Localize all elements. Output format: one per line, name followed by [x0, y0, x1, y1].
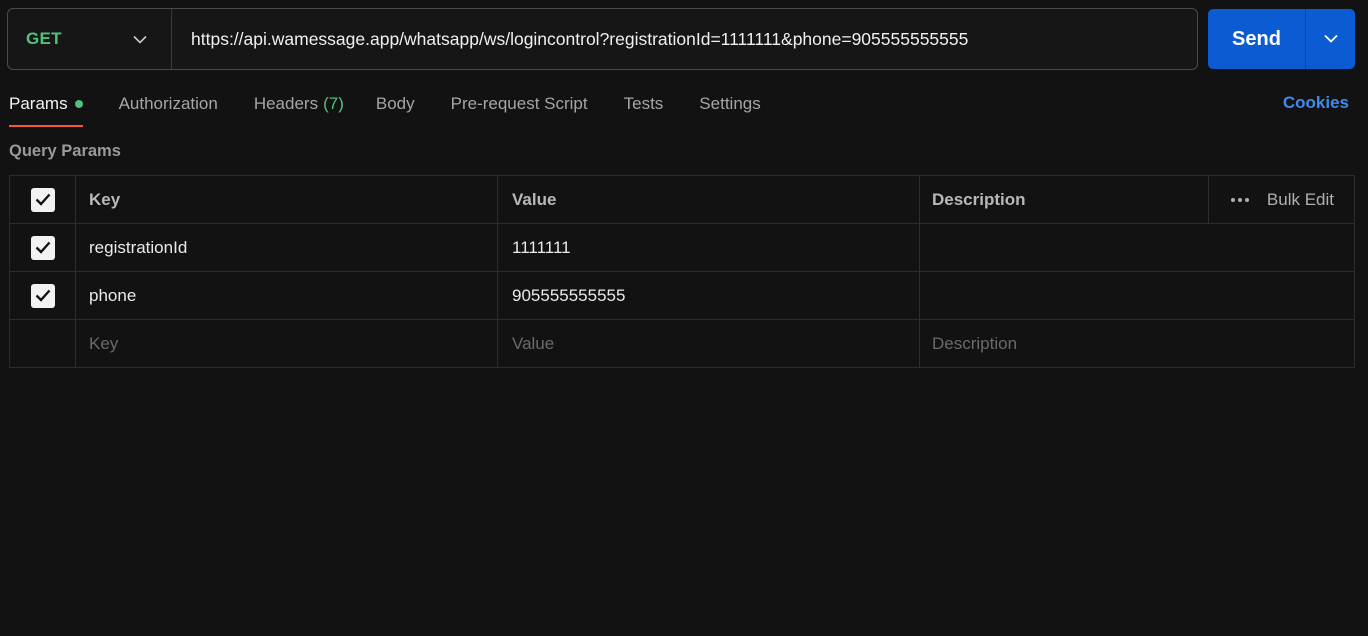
checkmark-icon — [35, 289, 50, 302]
tab-authorization[interactable]: Authorization — [119, 92, 218, 116]
row-checkbox[interactable] — [30, 283, 55, 308]
tab-body[interactable]: Body — [376, 92, 415, 116]
row-checkbox[interactable] — [30, 235, 55, 260]
param-description-field[interactable] — [920, 272, 1354, 319]
query-params-title: Query Params — [9, 142, 121, 160]
new-description-input[interactable]: Description — [920, 320, 1354, 367]
param-key-field[interactable]: registrationId — [76, 224, 498, 271]
new-value-input[interactable]: Value — [498, 320, 920, 367]
method-select[interactable]: GET — [8, 9, 172, 69]
method-label: GET — [26, 29, 62, 48]
row-check-cell — [10, 272, 76, 319]
send-options-button[interactable] — [1306, 9, 1355, 69]
select-all-cell — [10, 176, 76, 223]
active-params-indicator — [74, 100, 83, 108]
new-param-row: Key Value Description — [10, 320, 1354, 367]
bulk-edit-button[interactable]: Bulk Edit — [1267, 190, 1334, 210]
description-column-header: Description Bulk Edit — [920, 175, 1354, 224]
tab-label: Params — [9, 94, 68, 113]
chevron-down-icon — [1323, 30, 1338, 48]
checkmark-icon — [35, 193, 50, 206]
table-header-row: Key Value Description Bulk Edit — [10, 175, 1354, 224]
param-value-field[interactable]: 905555555555 — [498, 272, 920, 319]
description-header-label: Description — [932, 189, 1026, 209]
more-options-icon[interactable] — [1230, 197, 1249, 202]
tab-settings[interactable]: Settings — [699, 92, 760, 116]
cookies-link[interactable]: Cookies — [1283, 93, 1349, 113]
tab-tests[interactable]: Tests — [624, 92, 664, 116]
send-button-group: Send — [1208, 9, 1355, 69]
tab-label: Body — [375, 94, 415, 113]
value-column-header: Value — [498, 176, 920, 223]
tab-label: Headers — [253, 94, 319, 113]
key-column-header: Key — [76, 176, 498, 223]
checkmark-icon — [35, 241, 50, 254]
select-all-checkbox[interactable] — [30, 187, 55, 212]
url-input[interactable]: https://api.wamessage.app/whatsapp/ws/lo… — [172, 9, 1197, 69]
bulk-edit-area: Bulk Edit — [1208, 175, 1354, 224]
tab-params[interactable]: Params — [9, 92, 83, 127]
row-check-cell — [10, 224, 76, 271]
table-row: phone 905555555555 — [10, 272, 1354, 320]
new-key-input[interactable]: Key — [76, 320, 498, 367]
tab-label: Authorization — [118, 94, 218, 113]
param-key-field[interactable]: phone — [76, 272, 498, 319]
send-button[interactable]: Send — [1208, 9, 1306, 69]
param-value-field[interactable]: 1111111 — [498, 224, 920, 271]
table-row: registrationId 1111111 — [10, 224, 1354, 272]
tab-pre-request-script[interactable]: Pre-request Script — [451, 92, 588, 116]
headers-count-badge: (7) — [323, 94, 344, 113]
request-tabs: Params Authorization Headers (7) Body Pr… — [9, 92, 797, 128]
chevron-down-icon — [133, 32, 147, 46]
tab-label: Pre-request Script — [450, 94, 588, 113]
query-params-table: Key Value Description Bulk Edit registra… — [9, 175, 1355, 368]
row-check-cell — [10, 320, 76, 367]
tab-label: Settings — [699, 94, 761, 113]
param-description-field[interactable] — [920, 224, 1354, 271]
tab-label: Tests — [623, 94, 664, 113]
request-bar: GET https://api.wamessage.app/whatsapp/w… — [7, 8, 1198, 70]
tab-headers[interactable]: Headers (7) — [254, 92, 344, 116]
